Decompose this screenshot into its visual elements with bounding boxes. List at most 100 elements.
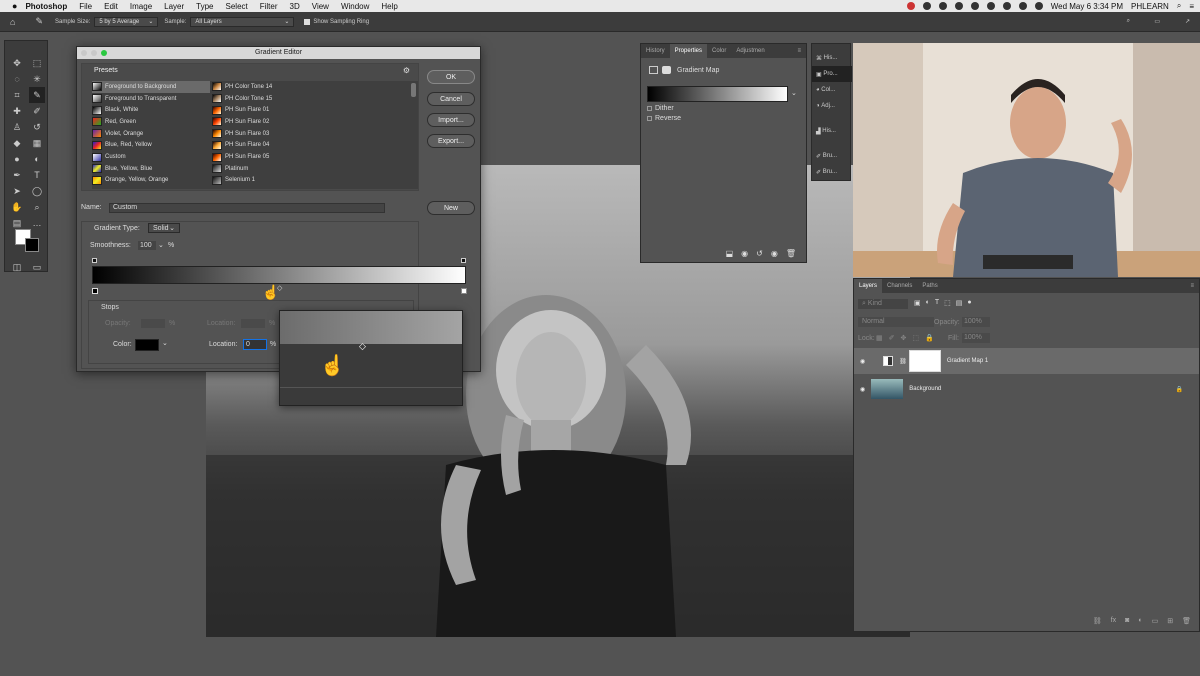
tab-history[interactable]: History: [641, 48, 670, 54]
chevron-down-icon[interactable]: ⌄: [158, 241, 164, 249]
filter-toggle-icon[interactable]: ●: [967, 299, 971, 307]
chevron-down-icon[interactable]: ⌄: [791, 89, 797, 97]
menu-app[interactable]: Photoshop: [25, 2, 67, 11]
new-adjustment-icon[interactable]: ◐: [1138, 617, 1142, 625]
import-button[interactable]: Import...: [427, 113, 475, 127]
pixel-filter-icon[interactable]: ▣: [914, 299, 921, 307]
presets-list[interactable]: Foreground to Background Foreground to T…: [92, 81, 418, 189]
type-tool-icon[interactable]: T: [29, 167, 45, 183]
status-icon[interactable]: [970, 2, 979, 10]
smoothness-input[interactable]: 100: [138, 241, 156, 250]
clock[interactable]: Wed May 6 3:34 PM: [1051, 2, 1123, 11]
status-icon[interactable]: [922, 2, 931, 10]
preset-item[interactable]: Violet, Orange: [92, 128, 210, 140]
crop-tool-icon[interactable]: ⌗: [9, 87, 25, 103]
fill-input[interactable]: 100%: [962, 333, 990, 343]
view-previous-icon[interactable]: ◉: [741, 249, 748, 258]
preset-item[interactable]: Orange, Yellow, Orange: [92, 175, 210, 187]
panel-menu-icon[interactable]: ≡: [792, 48, 806, 54]
lock-transparent-icon[interactable]: ▦: [876, 334, 883, 342]
preset-item[interactable]: PH Sun Flare 01: [212, 104, 330, 116]
status-icon[interactable]: [938, 2, 947, 10]
strip-brushes[interactable]: ✐ Bru...: [812, 148, 852, 164]
show-ring-checkbox[interactable]: [304, 18, 311, 25]
status-icon[interactable]: [954, 2, 963, 10]
menu-select[interactable]: Select: [226, 2, 248, 11]
background-color-swatch[interactable]: [25, 238, 39, 252]
pen-tool-icon[interactable]: ✒: [9, 167, 25, 183]
link-icon[interactable]: ⛓: [899, 358, 907, 365]
trash-icon[interactable]: 🗑: [786, 249, 796, 258]
user-name[interactable]: PHLEARN: [1131, 2, 1169, 11]
visibility-icon[interactable]: ◉: [771, 249, 778, 258]
path-select-icon[interactable]: ➤: [9, 183, 25, 199]
panel-icon[interactable]: ⌕: [1127, 18, 1130, 25]
tab-adjustments[interactable]: Adjustmen: [731, 48, 769, 54]
color-stop[interactable]: [92, 288, 98, 294]
menu-edit[interactable]: Edit: [104, 2, 118, 11]
strip-properties[interactable]: ▣ Pro...: [812, 66, 852, 82]
preset-item[interactable]: Selenium 1: [212, 175, 330, 187]
name-input[interactable]: Custom: [109, 203, 385, 213]
preset-item[interactable]: Platinum: [212, 163, 330, 175]
preset-item[interactable]: PH Sun Flare 02: [212, 116, 330, 128]
blend-mode-select[interactable]: Normal: [858, 317, 934, 327]
color-stop[interactable]: [461, 288, 467, 294]
opacity-location-input[interactable]: [241, 319, 265, 328]
layer-row[interactable]: ◉ ⛓ Gradient Map 1: [854, 348, 1199, 374]
menu-help[interactable]: Help: [381, 2, 397, 11]
menu-view[interactable]: View: [312, 2, 329, 11]
cancel-button[interactable]: Cancel: [427, 92, 475, 106]
hand-tool-icon[interactable]: ✋: [9, 199, 25, 215]
gradient-tool-icon[interactable]: ▦: [29, 135, 45, 151]
type-filter-icon[interactable]: T: [935, 299, 939, 307]
lock-position-icon[interactable]: ✥: [901, 334, 907, 342]
gear-icon[interactable]: ⚙: [403, 66, 410, 75]
clip-icon[interactable]: ⬓: [726, 249, 734, 258]
screen-mode-icon[interactable]: ▭: [29, 259, 45, 275]
zoom-tool-icon[interactable]: ⌕: [29, 199, 45, 215]
airplay-icon[interactable]: [1002, 2, 1011, 10]
control-center-icon[interactable]: ≡: [1189, 2, 1194, 11]
status-icon[interactable]: [906, 2, 915, 10]
gradient-type-select[interactable]: Solid ⌄: [148, 223, 180, 233]
mask-icon[interactable]: [662, 66, 671, 74]
shape-tool-icon[interactable]: ◯: [29, 183, 45, 199]
preset-item[interactable]: Black, White: [92, 104, 210, 116]
eye-icon[interactable]: ◉: [860, 358, 865, 365]
menu-type[interactable]: Type: [196, 2, 213, 11]
opacity-stop[interactable]: [461, 258, 466, 263]
chevron-down-icon[interactable]: ⌄: [162, 339, 168, 347]
strip-histogram[interactable]: ▟ His...: [812, 123, 852, 139]
tab-layers[interactable]: Layers: [854, 279, 883, 293]
preset-item[interactable]: Foreground to Background: [92, 81, 210, 93]
menu-layer[interactable]: Layer: [164, 2, 184, 11]
panel-icon[interactable]: ▭: [1154, 18, 1160, 25]
gradient-map-preview[interactable]: [647, 86, 788, 102]
dither-checkbox[interactable]: [647, 106, 652, 111]
strip-color[interactable]: ◕ Col...: [812, 82, 852, 98]
home-icon[interactable]: ⌂: [10, 17, 15, 27]
layer-mask-thumbnail[interactable]: [908, 350, 941, 372]
layer-row[interactable]: ◉ Background 🔒: [854, 376, 1199, 402]
menu-filter[interactable]: Filter: [260, 2, 278, 11]
preset-item[interactable]: PH Color Tone 15: [212, 93, 330, 105]
apple-icon[interactable]: ●: [12, 1, 17, 11]
preset-item[interactable]: PH Sun Flare 03: [212, 128, 330, 140]
sample-size-select[interactable]: 5 by 5 Average ⌄: [94, 16, 159, 27]
new-button[interactable]: New: [427, 201, 475, 215]
history-brush-icon[interactable]: ↺: [29, 119, 45, 135]
lock-all-icon[interactable]: 🔒: [925, 334, 934, 342]
adjustment-filter-icon[interactable]: ◐: [926, 299, 930, 307]
reverse-checkbox[interactable]: [647, 116, 652, 121]
menu-3d[interactable]: 3D: [290, 2, 300, 11]
marquee-tool-icon[interactable]: ⬚: [29, 55, 45, 71]
eyedropper-icon[interactable]: ✎: [35, 16, 43, 27]
lock-pixels-icon[interactable]: ✐: [889, 334, 895, 342]
layer-name[interactable]: Background: [909, 386, 941, 392]
lock-artboard-icon[interactable]: ⬚: [912, 334, 919, 342]
quick-mask-icon[interactable]: ◫: [9, 259, 25, 275]
strip-history[interactable]: ⌘ His...: [812, 50, 852, 66]
battery-icon[interactable]: [1034, 2, 1043, 10]
volume-icon[interactable]: [1018, 2, 1027, 10]
